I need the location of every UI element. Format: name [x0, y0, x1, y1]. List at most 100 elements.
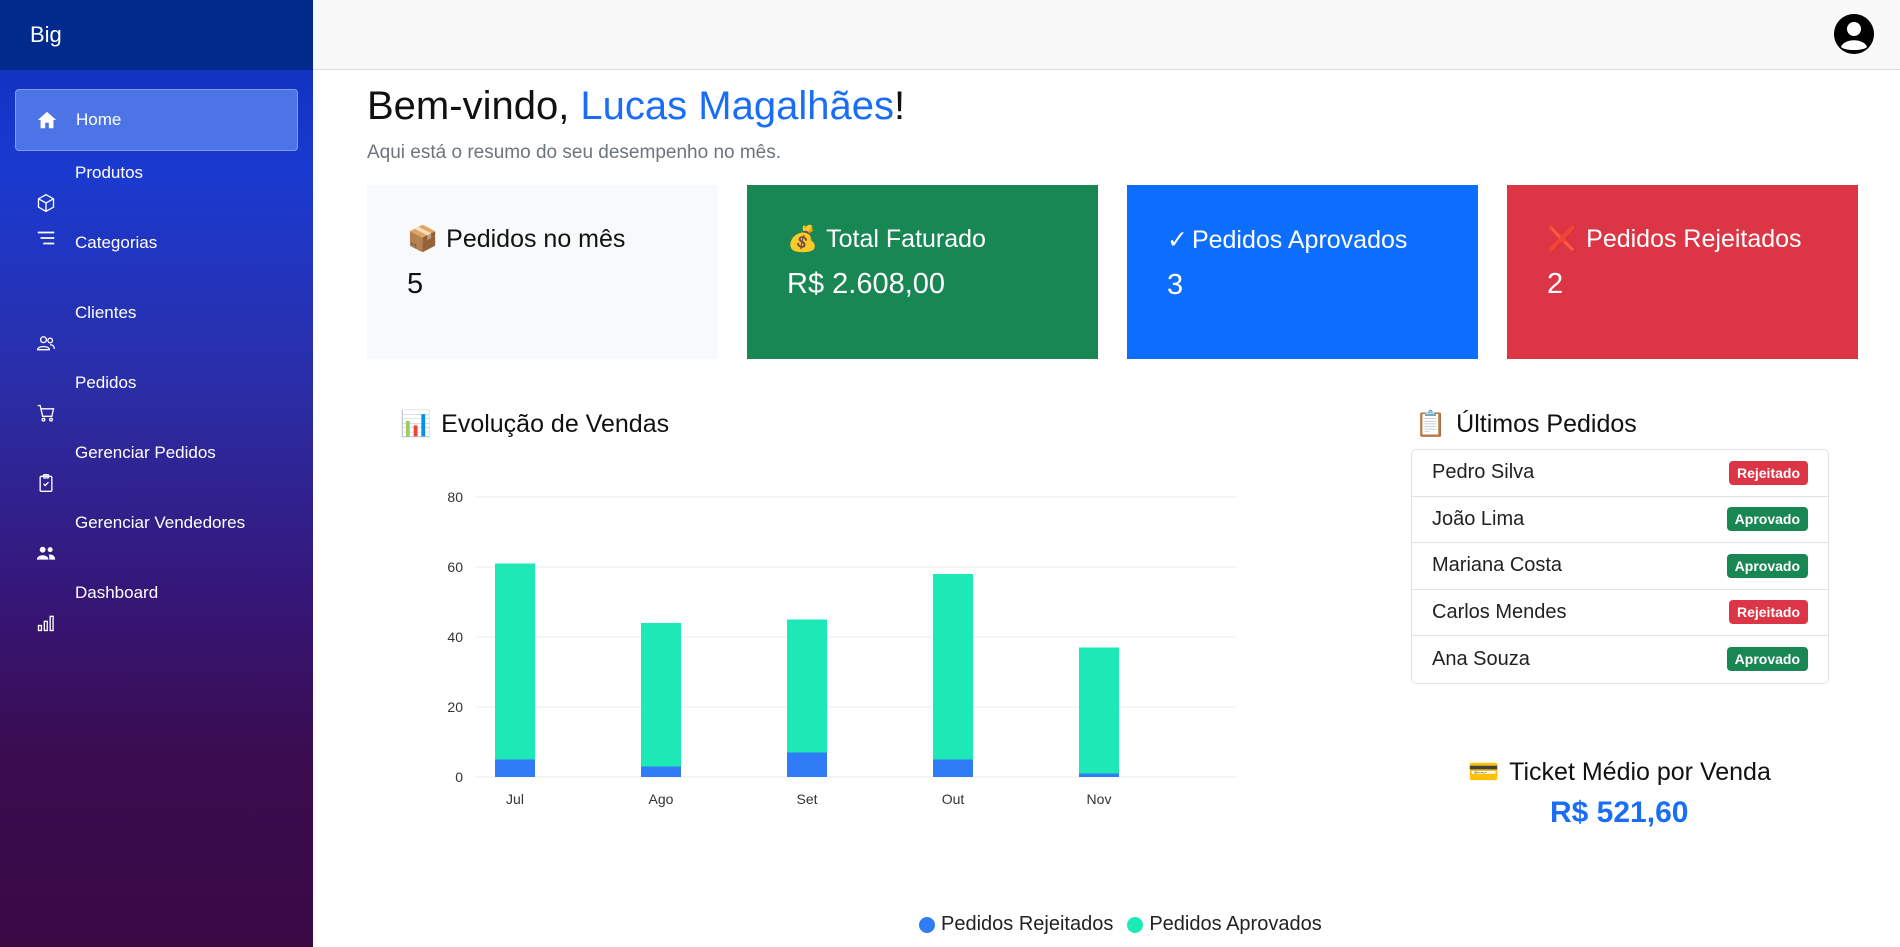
- order-customer-name: João Lima: [1432, 507, 1525, 530]
- cross-icon: ❌: [1547, 225, 1579, 253]
- order-row[interactable]: Carlos Mendes Rejeitado: [1412, 590, 1828, 636]
- y-tick-label: 0: [455, 769, 463, 785]
- list-icon: [35, 227, 57, 249]
- order-row[interactable]: João Lima Aprovado: [1412, 497, 1828, 543]
- sidebar: Big Home Produtos Categorias Clientes Pe…: [0, 0, 313, 947]
- sidebar-item-label: Categorias: [75, 233, 158, 252]
- brand-header: Big: [0, 0, 313, 70]
- bar-rejeitados: [933, 759, 973, 777]
- bar-aprovados: [787, 619, 827, 753]
- home-icon: [36, 109, 58, 131]
- credit-card-icon: 💳: [1468, 758, 1500, 786]
- page-subtitle: Aqui está o resumo do seu desempenho no …: [367, 142, 782, 163]
- card-title: Pedidos Aprovados: [1191, 225, 1408, 254]
- chart-emoji-icon: 📊: [400, 410, 432, 438]
- legend-item-rejeitados[interactable]: Pedidos Rejeitados: [919, 913, 1113, 936]
- order-customer-name: Ana Souza: [1432, 647, 1530, 670]
- bar-aprovados: [933, 574, 973, 760]
- bar-aprovados: [495, 563, 535, 760]
- bar-rejeitados: [495, 759, 535, 777]
- sidebar-item-label: Gerenciar Vendedores: [75, 513, 246, 532]
- clipboard-check-icon: [35, 472, 57, 494]
- legend-item-aprovados[interactable]: Pedidos Aprovados: [1127, 913, 1322, 936]
- card-title: Total Faturado: [826, 225, 986, 253]
- card-title: Pedidos Rejeitados: [1586, 225, 1802, 253]
- status-badge: Aprovado: [1726, 647, 1808, 672]
- topbar: [313, 0, 1900, 70]
- package-icon: 📦: [407, 225, 439, 253]
- sidebar-nav: Home Produtos Categorias Clientes Pedido…: [15, 89, 298, 649]
- user-name: Lucas Magalhães: [580, 84, 894, 128]
- users-icon: [35, 332, 57, 354]
- bar-aprovados: [641, 623, 681, 767]
- box-icon: [35, 192, 57, 214]
- y-tick-label: 20: [447, 699, 463, 715]
- sidebar-item-dashboard[interactable]: Dashboard: [15, 579, 298, 641]
- sidebar-item-label: Clientes: [75, 303, 137, 322]
- sidebar-item-label: Gerenciar Pedidos: [75, 443, 216, 462]
- sidebar-item-label: Dashboard: [75, 583, 159, 602]
- main-content: Bem-vindo, Lucas Magalhães! Aqui está o …: [313, 70, 1900, 947]
- sidebar-item-label: Home: [76, 110, 122, 129]
- order-customer-name: Pedro Silva: [1432, 461, 1535, 484]
- sidebar-item-categorias[interactable]: Categorias: [15, 229, 298, 291]
- sidebar-item-home[interactable]: Home: [15, 89, 298, 151]
- greeting-exclaim: !: [893, 84, 906, 128]
- card-title: Pedidos no mês: [446, 225, 626, 253]
- user-avatar-icon: [1834, 14, 1874, 54]
- sidebar-item-gerenciar-pedidos[interactable]: Gerenciar Pedidos: [15, 439, 298, 501]
- card-value: 3: [1167, 269, 1184, 301]
- cart-icon: [35, 402, 57, 424]
- card-total-faturado: 💰 Total Faturado R$ 2.608,00: [747, 185, 1098, 359]
- money-bag-icon: 💰: [787, 225, 819, 253]
- sidebar-item-gerenciar-vendedores[interactable]: Gerenciar Vendedores: [15, 509, 298, 571]
- y-tick-label: 40: [447, 629, 463, 645]
- order-row[interactable]: Ana Souza Aprovado: [1412, 636, 1828, 683]
- order-customer-name: Mariana Costa: [1432, 554, 1563, 577]
- card-value: 2: [1547, 268, 1564, 300]
- sidebar-item-clientes[interactable]: Clientes: [15, 299, 298, 361]
- card-value: 5: [407, 268, 424, 300]
- bar-rejeitados: [641, 766, 681, 777]
- ticket-title: 💳 Ticket Médio por Venda: [1468, 758, 1771, 787]
- status-badge: Rejeitado: [1728, 600, 1808, 625]
- legend-dot: [919, 916, 935, 933]
- sidebar-item-label: Produtos: [75, 163, 144, 182]
- x-tick-label: Jul: [506, 791, 524, 807]
- brand-name[interactable]: Big: [30, 22, 62, 48]
- sales-chart-svg: 0 20 40 60 80 Jul Ago Set Out Nov: [447, 489, 1237, 807]
- card-value: R$ 2.608,00: [787, 268, 946, 300]
- order-row[interactable]: Mariana Costa Aprovado: [1412, 543, 1828, 590]
- avatar[interactable]: [1834, 14, 1874, 54]
- ticket-value: R$ 521,60: [1550, 796, 1689, 829]
- sales-section-title: 📊 Evolução de Vendas: [400, 410, 669, 439]
- orders-section-title: 📋 Últimos Pedidos: [1415, 410, 1637, 439]
- legend-dot: [1127, 916, 1144, 933]
- card-pedidos-mes: 📦 Pedidos no mês 5: [367, 185, 718, 359]
- card-pedidos-aprovados: ✓ Pedidos Aprovados 3: [1127, 185, 1478, 359]
- sales-chart: 0 20 40 60 80 Jul Ago Set Out Nov: [367, 450, 1287, 947]
- status-badge: Rejeitado: [1728, 460, 1808, 485]
- ticket-title-text: Ticket Médio por Venda: [1509, 758, 1771, 786]
- status-badge: Aprovado: [1726, 553, 1808, 578]
- chart-legend: Pedidos Rejeitados Pedidos Aprovados: [919, 913, 1322, 936]
- page-title: Bem-vindo, Lucas Magalhães!: [367, 84, 905, 129]
- order-customer-name: Carlos Mendes: [1432, 600, 1567, 623]
- y-tick-label: 80: [447, 489, 463, 505]
- order-row[interactable]: Pedro Silva Rejeitado: [1412, 450, 1828, 497]
- sidebar-item-pedidos[interactable]: Pedidos: [15, 369, 298, 431]
- legend-label: Pedidos Rejeitados: [941, 913, 1114, 935]
- greeting-text: Bem-vindo,: [367, 84, 581, 128]
- legend-label: Pedidos Aprovados: [1149, 913, 1322, 935]
- status-badge: Aprovado: [1726, 507, 1808, 532]
- bar-rejeitados: [1079, 773, 1119, 777]
- x-tick-label: Ago: [649, 791, 674, 807]
- bar-chart-icon: [35, 612, 57, 634]
- sidebar-item-label: Pedidos: [75, 373, 137, 392]
- clipboard-icon: 📋: [1415, 410, 1447, 438]
- section-title-text: Últimos Pedidos: [1456, 410, 1637, 438]
- sidebar-item-produtos[interactable]: Produtos: [15, 159, 298, 221]
- x-tick-label: Nov: [1087, 791, 1112, 807]
- orders-list: Pedro Silva Rejeitado João Lima Aprovado Mar…: [1411, 449, 1829, 684]
- section-title-text: Evolução de Vendas: [441, 410, 670, 438]
